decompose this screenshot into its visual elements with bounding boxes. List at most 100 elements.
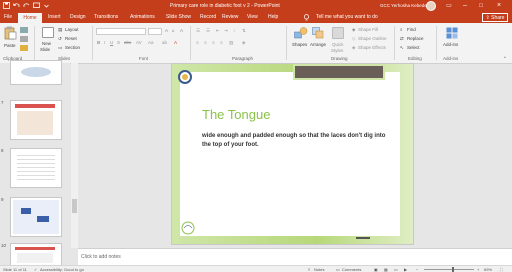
arrange-label[interactable]: Arrange (310, 42, 326, 47)
shape-effects-button[interactable]: Shape Effects (358, 45, 386, 50)
font-size-box[interactable] (148, 28, 162, 35)
normal-view-icon[interactable]: ▣ (374, 267, 378, 272)
reading-view-icon[interactable]: ▭ (394, 267, 398, 272)
shapes-label[interactable]: Shapes (292, 42, 307, 47)
align-right-icon[interactable]: ≡ (212, 40, 215, 45)
columns-icon[interactable]: ▥ (229, 40, 233, 46)
scrollbar-thumb[interactable] (72, 199, 77, 213)
slide-thumbnail[interactable] (10, 60, 62, 85)
avatar[interactable] (426, 1, 436, 11)
smartart-icon[interactable]: ◈ (242, 40, 245, 46)
quick-styles-label[interactable]: Quick (332, 42, 344, 47)
font-color-icon[interactable]: A (174, 40, 177, 45)
align-center-icon[interactable]: ≡ (204, 40, 207, 45)
reset-button[interactable]: Reset (65, 36, 77, 41)
tab-insert[interactable]: Insert (48, 14, 61, 20)
notes-button[interactable]: Notes (314, 267, 324, 272)
shape-outline-button[interactable]: Shape Outline (358, 36, 387, 41)
tab-file[interactable]: File (4, 14, 12, 20)
zoom-out-icon[interactable]: − (416, 267, 418, 272)
redo-icon[interactable] (23, 2, 30, 9)
text-direction-icon[interactable]: ⇅ (242, 28, 246, 34)
replace-button[interactable]: Replace (407, 36, 424, 41)
section-button[interactable]: Section (65, 45, 80, 50)
tab-home[interactable]: Home (18, 13, 42, 23)
collapse-ribbon-icon[interactable]: ⌃ (503, 56, 507, 62)
tab-review[interactable]: Review (222, 14, 238, 20)
underline-icon[interactable]: U (110, 40, 113, 45)
slideshow-view-icon[interactable]: ▶ (404, 267, 407, 272)
quick-styles-label-2[interactable]: Styles (331, 48, 343, 53)
quick-styles-icon[interactable] (332, 27, 344, 39)
paste-label[interactable]: Paste (4, 43, 16, 48)
tell-me-search[interactable]: Tell me what you want to do (316, 14, 378, 20)
tab-animations[interactable]: Animations (130, 14, 155, 20)
new-slide-label[interactable]: New (42, 41, 51, 46)
undo-icon[interactable] (13, 2, 20, 9)
slide-thumbnail[interactable] (10, 148, 62, 188)
increase-indent-icon[interactable]: ⇥ (224, 28, 228, 34)
bold-icon[interactable]: B (97, 40, 100, 45)
zoom-level[interactable]: 69% (484, 267, 492, 272)
restore-button[interactable]: □ (474, 1, 488, 11)
slide-thumbnail[interactable] (10, 243, 62, 266)
tab-design[interactable]: Design (70, 14, 86, 20)
slide-sorter-icon[interactable]: ▦ (384, 267, 388, 272)
new-slide-icon[interactable] (42, 27, 54, 38)
change-case-icon[interactable]: Aa (148, 40, 154, 45)
font-name-box[interactable] (96, 28, 146, 35)
tab-help[interactable]: Help (268, 14, 278, 20)
tab-transitions[interactable]: Transitions (94, 14, 118, 20)
bullets-icon[interactable]: ☰ (196, 28, 200, 34)
increase-font-icon[interactable]: A (165, 28, 168, 33)
share-button[interactable]: ⇪ Share (482, 13, 508, 22)
zoom-slider-handle[interactable] (452, 267, 454, 272)
line-spacing-icon[interactable]: ↕ (233, 28, 235, 33)
thumbnail-scrollbar[interactable] (71, 63, 78, 248)
tab-view[interactable]: View (247, 14, 258, 20)
fit-slide-icon[interactable]: ⛶ (500, 267, 503, 272)
start-slideshow-icon[interactable] (33, 2, 40, 9)
layout-button[interactable]: Layout (65, 27, 79, 32)
accessibility-status[interactable]: Accessibility: Good to go (40, 267, 84, 272)
new-slide-label-2[interactable]: Slide (40, 47, 50, 52)
close-button[interactable]: × (492, 1, 506, 11)
notes-placeholder[interactable]: Click to add notes (81, 254, 121, 260)
arrange-icon[interactable] (312, 27, 324, 39)
shape-fill-button[interactable]: Shape Fill (358, 27, 378, 32)
numbering-icon[interactable]: ☰ (206, 28, 210, 34)
decrease-font-icon[interactable]: A (172, 29, 174, 33)
customize-toolbar-icon[interactable] (43, 2, 50, 9)
select-button[interactable]: Select (407, 45, 420, 50)
shadow-icon[interactable]: S (117, 40, 120, 45)
tab-record[interactable]: Record (200, 14, 216, 20)
addins-icon[interactable] (446, 27, 458, 39)
find-button[interactable]: Find (407, 27, 416, 32)
character-spacing-icon[interactable]: AV (136, 40, 142, 45)
slide-canvas[interactable]: The Tongue wide enough and padded enough… (171, 63, 414, 245)
strikethrough-icon[interactable]: abc (124, 40, 131, 45)
shapes-icon[interactable] (294, 27, 308, 39)
minimize-button[interactable]: – (458, 1, 472, 11)
ribbon-display-options-icon[interactable]: ▭ (442, 1, 456, 11)
cut-icon[interactable] (20, 27, 28, 33)
justify-icon[interactable]: ≡ (220, 40, 223, 45)
save-icon[interactable] (3, 2, 10, 9)
addins-label[interactable]: Add-ins (443, 42, 458, 47)
paste-icon[interactable] (4, 26, 17, 40)
slide-thumbnail[interactable] (10, 197, 62, 237)
align-left-icon[interactable]: ≡ (196, 40, 199, 45)
copy-icon[interactable] (20, 36, 28, 42)
user-name[interactable]: GCC Yerhosha Kebedeyet (380, 3, 433, 8)
slide-body-text[interactable]: wide enough and padded enough so that th… (202, 132, 387, 150)
slide-title[interactable]: The Tongue (202, 107, 270, 122)
italic-icon[interactable]: I (104, 40, 105, 45)
notes-pane[interactable]: Click to add notes (78, 248, 512, 266)
format-painter-icon[interactable] (20, 45, 28, 51)
comments-button[interactable]: Comments (342, 267, 361, 272)
zoom-slider[interactable] (424, 269, 474, 270)
tab-slide-show[interactable]: Slide Show (166, 14, 191, 20)
decrease-indent-icon[interactable]: ⇤ (216, 28, 220, 34)
highlight-icon[interactable]: ab (162, 40, 167, 45)
decorative-rectangle[interactable] (293, 64, 385, 80)
